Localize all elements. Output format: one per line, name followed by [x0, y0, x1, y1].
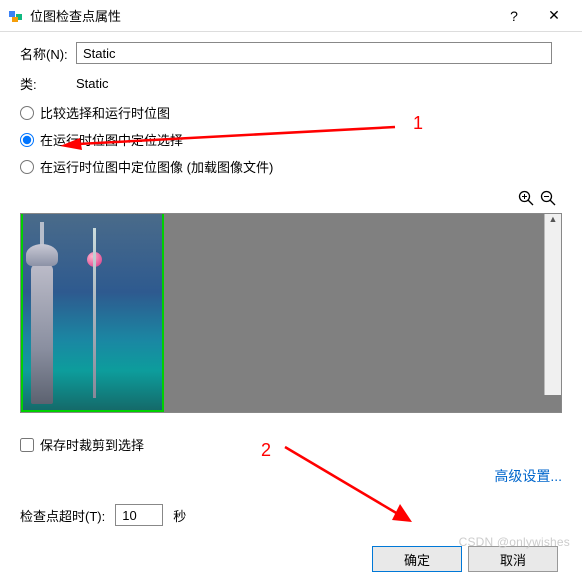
mode-radios: 比较选择和运行时位图 在运行时位图中定位选择 在运行时位图中定位图像 (加载图像… [20, 103, 562, 176]
zoom-out-icon[interactable] [540, 193, 556, 210]
window-title: 位图检查点属性 [30, 6, 494, 25]
zoom-in-icon[interactable] [518, 193, 538, 210]
crop-row: 保存时裁剪到选择 [20, 435, 562, 454]
radio-locate-selection[interactable]: 在运行时位图中定位选择 [20, 130, 562, 149]
radio-locate-image-label: 在运行时位图中定位图像 (加载图像文件) [40, 157, 273, 176]
radio-compare[interactable]: 比较选择和运行时位图 [20, 103, 562, 122]
timeout-row: 检查点超时(T): 秒 [20, 504, 562, 526]
type-value: Static [76, 76, 109, 91]
timeout-label: 检查点超时(T): [20, 506, 105, 525]
type-label: 类: [20, 74, 76, 93]
advanced-link-row: 高级设置... [20, 466, 562, 486]
image-container[interactable] [20, 213, 562, 413]
seconds-label: 秒 [173, 506, 186, 525]
app-icon [8, 8, 24, 24]
bitmap-thumbnail[interactable] [21, 214, 164, 412]
cancel-button[interactable]: 取消 [468, 546, 558, 572]
timeout-input[interactable] [115, 504, 163, 526]
close-button[interactable]: ✕ [534, 7, 574, 24]
radio-locate-selection-input[interactable] [20, 133, 34, 147]
name-input[interactable] [76, 42, 552, 64]
titlebar: 位图检查点属性 ? ✕ [0, 0, 582, 32]
vertical-scrollbar[interactable] [544, 214, 561, 395]
radio-locate-selection-label: 在运行时位图中定位选择 [40, 130, 183, 149]
type-row: 类: Static [20, 74, 562, 93]
radio-compare-input[interactable] [20, 106, 34, 120]
name-row: 名称(N): [20, 42, 562, 64]
name-label: 名称(N): [20, 44, 76, 63]
dialog-buttons: 确定 取消 [20, 546, 562, 572]
radio-compare-label: 比较选择和运行时位图 [40, 103, 170, 122]
save-crop-label: 保存时裁剪到选择 [40, 435, 144, 454]
save-crop-checkbox[interactable] [20, 438, 34, 452]
zoom-controls [20, 190, 562, 211]
radio-locate-image-input[interactable] [20, 160, 34, 174]
image-area [20, 190, 562, 413]
help-button[interactable]: ? [494, 8, 534, 24]
advanced-settings-link[interactable]: 高级设置... [494, 468, 562, 484]
dialog-content: 名称(N): 类: Static 比较选择和运行时位图 在运行时位图中定位选择 … [0, 32, 582, 582]
ok-button[interactable]: 确定 [372, 546, 462, 572]
radio-locate-image[interactable]: 在运行时位图中定位图像 (加载图像文件) [20, 157, 562, 176]
